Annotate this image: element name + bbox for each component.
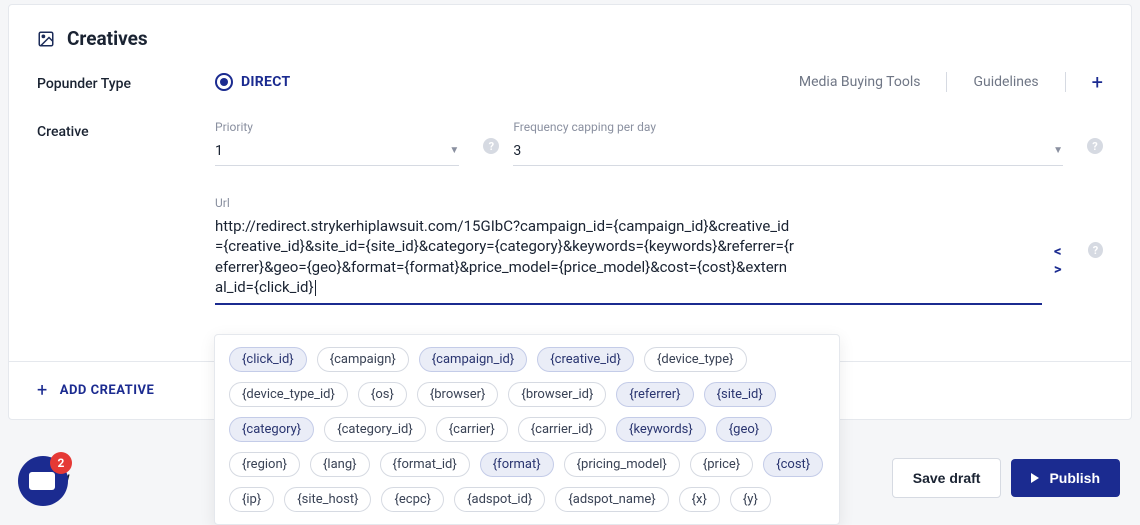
token[interactable]: {adspot_name} [555, 487, 668, 512]
token[interactable]: {x} [679, 487, 720, 512]
priority-value: 1 [215, 143, 449, 159]
url-section: Url http://redirect.strykerhiplawsuit.co… [215, 196, 1103, 305]
token[interactable]: {price} [690, 452, 753, 477]
creative-content: Priority 1 ▼ ? Frequency capping per day… [215, 120, 1103, 305]
card-title: Creatives [67, 27, 148, 50]
token[interactable]: {region} [229, 452, 300, 477]
popunder-label: Popunder Type [37, 72, 215, 92]
guidelines-link[interactable]: Guidelines [973, 74, 1038, 90]
radio-label: DIRECT [241, 74, 290, 90]
form-grid: Priority 1 ▼ ? Frequency capping per day… [215, 120, 1103, 166]
token[interactable]: {creative_id} [537, 347, 634, 372]
freq-select[interactable]: 3 ▼ [513, 136, 1063, 166]
priority-col: Priority 1 ▼ [215, 120, 459, 166]
token[interactable]: {pricing_model} [564, 452, 680, 477]
divider [1065, 72, 1066, 92]
token[interactable]: {adspot_id} [454, 487, 545, 512]
token[interactable]: {browser} [417, 382, 499, 407]
popunder-direct-radio[interactable]: DIRECT [215, 73, 290, 91]
url-input[interactable]: http://redirect.strykerhiplawsuit.com/15… [215, 212, 1042, 305]
media-buying-link[interactable]: Media Buying Tools [799, 74, 921, 90]
intercom-icon [29, 472, 55, 490]
token[interactable]: {site_id} [704, 382, 776, 407]
token[interactable]: {site_host} [284, 487, 371, 512]
text-cursor [315, 280, 316, 296]
token[interactable]: {click_id} [229, 347, 307, 372]
card-body: Popunder Type DIRECT Media Buying Tools … [9, 72, 1131, 323]
help-icon[interactable]: ? [483, 138, 499, 154]
freq-col: Frequency capping per day 3 ▼ [513, 120, 1063, 166]
popunder-row: Popunder Type DIRECT Media Buying Tools … [37, 72, 1103, 92]
divider [946, 72, 947, 92]
tokens-dropdown: {click_id} {campaign} {campaign_id} {creati… [214, 334, 840, 525]
token[interactable]: {referrer} [616, 382, 693, 407]
play-icon [1031, 473, 1039, 483]
card-header: Creatives [9, 5, 1131, 72]
freq-value: 3 [513, 143, 1053, 159]
token[interactable]: {geo} [716, 417, 772, 442]
token[interactable]: {campaign_id} [419, 347, 527, 372]
token[interactable]: {y} [730, 487, 771, 512]
token[interactable]: {format} [480, 452, 554, 477]
url-value: http://redirect.strykerhiplawsuit.com/15… [215, 217, 794, 296]
token[interactable]: {cost} [763, 452, 823, 477]
radio-icon [215, 73, 233, 91]
token[interactable]: {os} [358, 382, 407, 407]
token[interactable]: {device_type} [644, 347, 747, 372]
token[interactable]: {carrier} [436, 417, 508, 442]
url-row: http://redirect.strykerhiplawsuit.com/15… [215, 212, 1103, 305]
token[interactable]: {format_id} [380, 452, 470, 477]
add-creative-label: ADD CREATIVE [60, 383, 155, 398]
token[interactable]: {category} [229, 417, 314, 442]
code-icon[interactable]: < > [1054, 242, 1066, 278]
token[interactable]: {carrier_id} [518, 417, 606, 442]
priority-label: Priority [215, 120, 459, 134]
token[interactable]: {browser_id} [508, 382, 606, 407]
token[interactable]: {campaign} [317, 347, 409, 372]
freq-label: Frequency capping per day [513, 120, 1063, 134]
save-draft-label: Save draft [913, 470, 981, 486]
intercom-launcher[interactable]: 2 [18, 456, 68, 506]
publish-button[interactable]: Publish [1011, 459, 1120, 497]
save-draft-button[interactable]: Save draft [892, 458, 1002, 498]
token[interactable]: {keywords} [616, 417, 706, 442]
header-links: Media Buying Tools Guidelines + [799, 72, 1103, 92]
token[interactable]: {device_type_id} [229, 382, 348, 407]
image-icon [37, 30, 55, 48]
token[interactable]: {lang} [310, 452, 370, 477]
token[interactable]: {category_id} [324, 417, 426, 442]
creative-label: Creative [37, 120, 215, 140]
publish-label: Publish [1049, 470, 1100, 486]
intercom-badge: 2 [50, 452, 72, 474]
token[interactable]: {ip} [229, 487, 274, 512]
token-list: {click_id} {campaign} {campaign_id} {creati… [229, 347, 825, 512]
creative-row: Creative Priority 1 ▼ ? Frequency cappin… [37, 120, 1103, 305]
plus-icon: + [37, 380, 48, 401]
token[interactable]: {ecpc} [381, 487, 444, 512]
help-icon[interactable]: ? [1087, 138, 1103, 154]
url-label: Url [215, 196, 1103, 210]
plus-icon[interactable]: + [1092, 72, 1103, 92]
chevron-down-icon: ▼ [1053, 145, 1063, 156]
priority-select[interactable]: 1 ▼ [215, 136, 459, 166]
chevron-down-icon: ▼ [449, 145, 459, 156]
help-icon[interactable]: ? [1088, 242, 1103, 258]
